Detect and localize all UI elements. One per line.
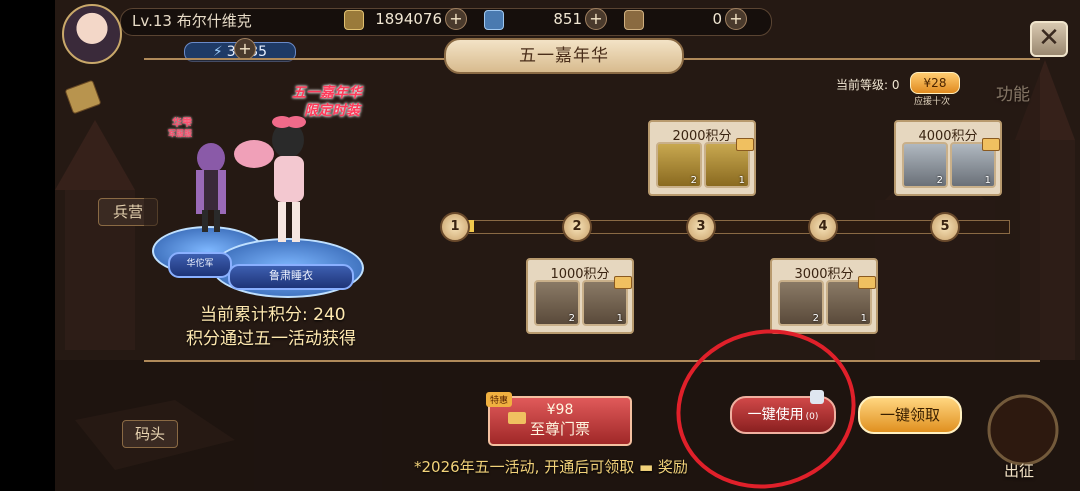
- close-button[interactable]: ✕: [1030, 21, 1068, 57]
- milestone-2000: 2000积分 2 1: [648, 120, 756, 196]
- ticket-tag-icon: [614, 276, 632, 289]
- progress-track: [452, 220, 1010, 234]
- milestone-1000: 1000积分 2 1: [526, 258, 634, 334]
- reward-count: 2: [812, 313, 819, 324]
- nameplate-left: 华佗军: [168, 252, 232, 278]
- progress-node-1: 1: [440, 212, 470, 242]
- event-title: 五一嘉年华: [444, 38, 684, 74]
- letter-icon[interactable]: 1: [826, 276, 876, 326]
- reward-count: 1: [860, 313, 867, 324]
- progress-node-4: 4: [808, 212, 838, 242]
- costume-event-name: 五一嘉年华: [292, 85, 362, 101]
- feather-icon[interactable]: 2: [534, 280, 580, 326]
- current-score: 当前累计积分: 240: [200, 305, 346, 325]
- gold-amount: 1894076: [375, 10, 442, 28]
- costume-small-sub: 军服服: [168, 129, 192, 138]
- ticket-icon[interactable]: 2: [656, 142, 702, 188]
- ticket-icon: [484, 10, 504, 30]
- progress-node-3: 3: [686, 212, 716, 242]
- feather-icon[interactable]: 1: [582, 276, 632, 326]
- discount-tag: 特惠: [486, 392, 513, 407]
- level-price-subtext: 应援十次: [914, 97, 951, 107]
- game-screen: 兵营 码头 功能 出征 Lv.13 布尔什维克 1894076 + 851 + …: [0, 0, 1080, 491]
- character-costume: [234, 116, 306, 242]
- player-level-name: Lv.13 布尔什维克: [132, 12, 252, 30]
- chest-icon[interactable]: 1: [950, 138, 1000, 188]
- ticket-icon[interactable]: 1: [704, 138, 754, 188]
- depart-button[interactable]: 出征: [994, 458, 1044, 484]
- reward-count: 1: [738, 175, 745, 186]
- gold-icon: [344, 10, 364, 30]
- claim-all-button[interactable]: 一键领取: [858, 396, 962, 434]
- level-price-badge[interactable]: ¥28: [910, 72, 960, 94]
- add-energy-button[interactable]: +: [234, 38, 256, 60]
- ticket-tag-icon: [508, 412, 526, 424]
- milestone-3000: 3000积分 2 1: [770, 258, 878, 334]
- progress-node-5: 5: [930, 212, 960, 242]
- player-avatar[interactable]: [62, 4, 122, 64]
- add-ticket-button[interactable]: +: [585, 8, 607, 30]
- nameplate-right: 鲁肃睡衣: [228, 264, 354, 290]
- buy-premium-pass-button[interactable]: 特惠 ¥98 至尊门票: [486, 392, 632, 446]
- reward-count: 1: [616, 313, 623, 324]
- chest-icon[interactable]: 2: [902, 142, 948, 188]
- ticket-tag-icon: [736, 138, 754, 151]
- reward-count: 2: [568, 313, 575, 324]
- costume-limited-label: 限定时装: [304, 103, 360, 119]
- device-edge: [0, 0, 55, 491]
- letter-icon[interactable]: 2: [778, 280, 824, 326]
- event-hint-text: *2026年五一活动, 开通后可领取 ▬ 奖励: [414, 458, 688, 476]
- progress-node-2: 2: [562, 212, 592, 242]
- current-level-label: 当前等级: 0: [836, 78, 900, 92]
- ticket-tag-icon: [982, 138, 1000, 151]
- character-small: [196, 143, 226, 232]
- add-gold-button[interactable]: +: [445, 8, 467, 30]
- costume-small-name: 华雫: [172, 118, 192, 129]
- ticket-tag-icon: [858, 276, 876, 289]
- ticket-amount: 851: [553, 10, 582, 28]
- add-scroll-button[interactable]: +: [725, 8, 747, 30]
- reward-count: 2: [690, 175, 697, 186]
- score-source: 积分通过五一活动获得: [186, 329, 356, 349]
- reward-count: 2: [936, 175, 943, 186]
- milestone-4000: 4000积分 2 1: [894, 120, 1002, 196]
- reward-count: 1: [984, 175, 991, 186]
- scroll-amount: 0: [712, 10, 722, 28]
- dock-sign[interactable]: 码头: [122, 420, 178, 448]
- scroll-icon: [624, 10, 644, 30]
